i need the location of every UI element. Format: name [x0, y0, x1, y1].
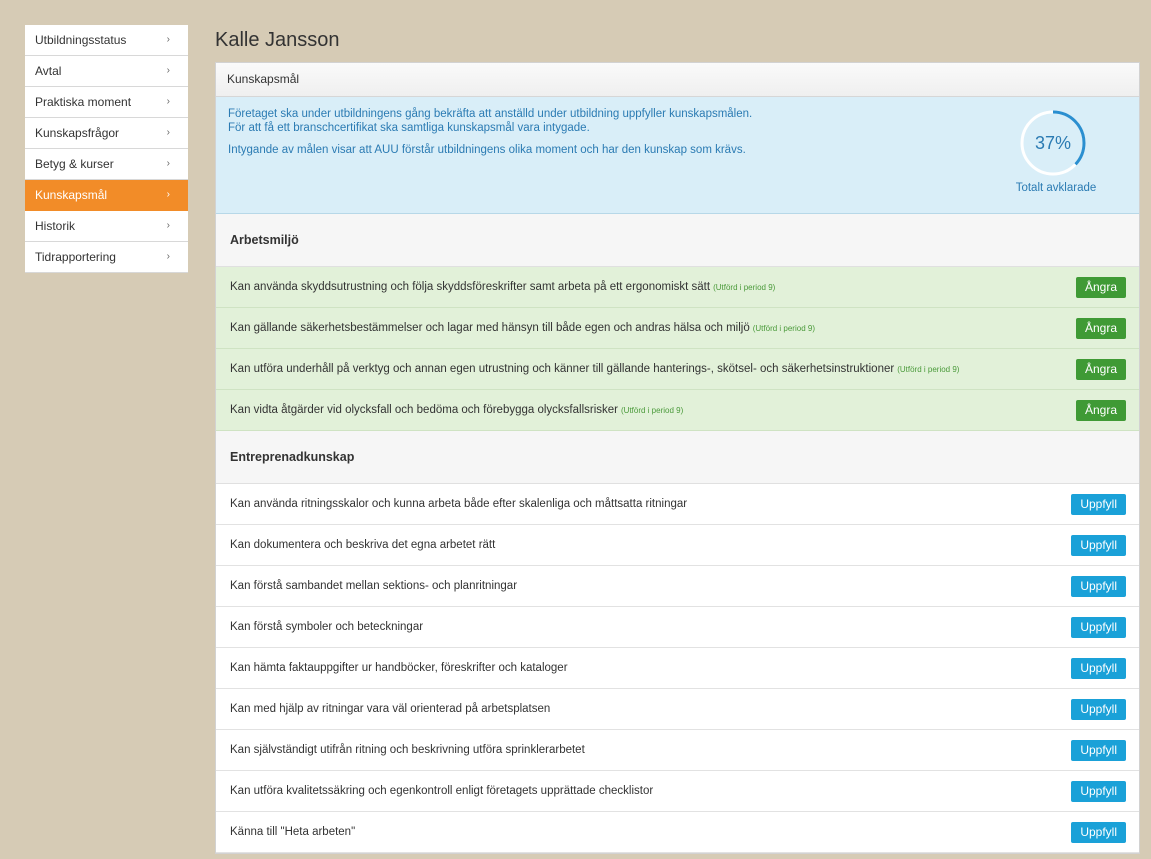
- fulfil-button[interactable]: Uppfyll: [1071, 534, 1126, 556]
- completed-note: (Utförd i period 9): [621, 406, 684, 415]
- goal-text: Kan med hjälp av ritningar vara väl orie…: [230, 703, 551, 715]
- goal-row: Kan med hjälp av ritningar vara väl orie…: [216, 689, 1139, 730]
- sidebar-item-label: Tidrapportering: [35, 250, 116, 264]
- section-heading: Arbetsmiljö: [216, 214, 1139, 267]
- goal-text-wrap: Kan förstå symboler och beteckningar: [230, 621, 423, 633]
- undo-button[interactable]: Ångra: [1075, 317, 1126, 339]
- goal-text: Kan använda ritningsskalor och kunna arb…: [230, 498, 688, 510]
- goal-text-wrap: Kan gällande säkerhetsbestämmelser och l…: [230, 322, 815, 334]
- goal-row: Känna till "Heta arbeten" Uppfyll: [216, 812, 1139, 853]
- goal-text-wrap: Kan vidta åtgärder vid olycksfall och be…: [230, 404, 683, 416]
- chevron-right-icon: ›: [166, 251, 170, 262]
- goal-row: Kan använda ritningsskalor och kunna arb…: [216, 484, 1139, 525]
- knowledge-goals-panel: Kunskapsmål Företaget ska under utbildni…: [215, 62, 1140, 854]
- goal-text-wrap: Kan med hjälp av ritningar vara väl orie…: [230, 703, 550, 715]
- info-text-1: Företaget ska under utbildningens gång b…: [228, 108, 753, 120]
- info-text-2: För att få ett branschcertifikat ska sam…: [228, 122, 590, 134]
- section-heading: Entreprenadkunskap: [216, 431, 1139, 484]
- sidebar-item-label: Kunskapsfrågor: [35, 126, 120, 140]
- goal-row: Kan självständigt utifrån ritning och be…: [216, 730, 1139, 771]
- fulfil-button[interactable]: Uppfyll: [1071, 698, 1126, 720]
- completed-note: (Utförd i period 9): [752, 324, 815, 333]
- page-title: Kalle Jansson: [215, 29, 340, 51]
- goal-text: Kan utföra underhåll på verktyg och anna…: [230, 363, 895, 375]
- fulfil-button[interactable]: Uppfyll: [1071, 821, 1126, 843]
- goal-row: Kan gällande säkerhetsbestämmelser och l…: [216, 308, 1139, 349]
- sidebar-item-label: Utbildningsstatus: [35, 33, 127, 47]
- fulfil-button[interactable]: Uppfyll: [1071, 780, 1126, 802]
- fulfil-button[interactable]: Uppfyll: [1071, 493, 1126, 515]
- info-text-3: Intygande av målen visar att AUU förstår…: [228, 144, 746, 156]
- sidebar-item-3[interactable]: Praktiska moment ›: [25, 87, 188, 118]
- goal-text-wrap: Känna till "Heta arbeten": [230, 826, 355, 838]
- chevron-right-icon: ›: [166, 220, 170, 231]
- sidebar-item-2[interactable]: Avtal ›: [25, 56, 188, 87]
- sidebar-nav: Utbildningsstatus › Avtal › Praktiska moment…: [25, 25, 188, 273]
- goal-text: Kan självständigt utifrån ritning och be…: [230, 744, 585, 756]
- goal-row: Kan använda skyddsutrustning och följa s…: [216, 267, 1139, 308]
- sidebar-item-label: Betyg & kurser: [35, 157, 114, 171]
- sidebar-item-label: Historik: [35, 219, 76, 233]
- sidebar-item-4[interactable]: Kunskapsfrågor ›: [25, 118, 188, 149]
- goal-text: Kan använda skyddsutrustning och följa s…: [230, 281, 711, 293]
- goal-sections: Arbetsmiljö Kan använda skyddsutrustning …: [216, 214, 1139, 853]
- undo-button[interactable]: Ångra: [1075, 276, 1126, 298]
- chevron-right-icon: ›: [166, 34, 170, 45]
- goal-row: Kan vidta åtgärder vid olycksfall och be…: [216, 390, 1139, 431]
- chevron-right-icon: ›: [166, 65, 170, 76]
- goal-text-wrap: Kan utföra underhåll på verktyg och anna…: [230, 363, 959, 375]
- main-content: Kalle Jansson Kunskapsmål Företaget ska …: [215, 0, 1140, 854]
- goal-text-wrap: Kan använda ritningsskalor och kunna arb…: [230, 498, 687, 510]
- goal-text-wrap: Kan självständigt utifrån ritning och be…: [230, 744, 585, 756]
- progress-ring: 37%: [1019, 109, 1087, 177]
- sidebar-item-label: Praktiska moment: [35, 95, 132, 109]
- fulfil-button[interactable]: Uppfyll: [1071, 739, 1126, 761]
- chevron-right-icon: ›: [166, 189, 170, 200]
- fulfil-button[interactable]: Uppfyll: [1071, 616, 1126, 638]
- goal-text: Kan vidta åtgärder vid olycksfall och be…: [230, 404, 618, 416]
- sidebar-item-8[interactable]: Tidrapportering ›: [25, 242, 188, 273]
- completed-note: (Utförd i period 9): [897, 365, 960, 374]
- completed-note: (Utförd i period 9): [713, 283, 776, 292]
- chevron-right-icon: ›: [166, 127, 170, 138]
- sidebar-item-6[interactable]: Kunskapsmål ›: [25, 180, 188, 211]
- goal-text: Kan gällande säkerhetsbestämmelser och l…: [230, 322, 750, 334]
- goal-text: Kan förstå symboler och beteckningar: [230, 621, 424, 633]
- goal-row: Kan förstå sambandet mellan sektions- oc…: [216, 566, 1139, 607]
- goal-text: Kan dokumentera och beskriva det egna ar…: [230, 539, 496, 551]
- goal-text-wrap: Kan hämta faktauppgifter ur handböcker, …: [230, 662, 568, 674]
- undo-button[interactable]: Ångra: [1075, 358, 1126, 380]
- sidebar-item-1[interactable]: Utbildningsstatus ›: [25, 25, 188, 56]
- goal-text-wrap: Kan använda skyddsutrustning och följa s…: [230, 281, 775, 293]
- goal-row: Kan förstå symboler och beteckningar Uppf…: [216, 607, 1139, 648]
- goal-text: Känna till "Heta arbeten": [230, 826, 356, 838]
- goal-text-wrap: Kan förstå sambandet mellan sektions- oc…: [230, 580, 517, 592]
- goal-text-wrap: Kan utföra kvalitetssäkring och egenkont…: [230, 785, 653, 797]
- goal-text-wrap: Kan dokumentera och beskriva det egna ar…: [230, 539, 495, 551]
- sidebar-item-5[interactable]: Betyg & kurser ›: [25, 149, 188, 180]
- goal-text: Kan hämta faktauppgifter ur handböcker, …: [230, 662, 568, 674]
- chevron-right-icon: ›: [166, 96, 170, 107]
- sidebar-item-label: Avtal: [35, 64, 62, 78]
- goal-text: Kan utföra kvalitetssäkring och egenkont…: [230, 785, 654, 797]
- fulfil-button[interactable]: Uppfyll: [1071, 575, 1126, 597]
- goal-row: Kan utföra underhåll på verktyg och anna…: [216, 349, 1139, 390]
- progress-percentage: 37%: [1034, 133, 1072, 153]
- sidebar-item-7[interactable]: Historik ›: [25, 211, 188, 242]
- panel-title: Kunskapsmål: [216, 63, 1139, 97]
- info-box: Företaget ska under utbildningens gång b…: [216, 97, 1139, 214]
- undo-button[interactable]: Ångra: [1075, 399, 1126, 421]
- goal-row: Kan utföra kvalitetssäkring och egenkont…: [216, 771, 1139, 812]
- sidebar-item-label: Kunskapsmål: [35, 188, 108, 202]
- goal-row: Kan hämta faktauppgifter ur handböcker, …: [216, 648, 1139, 689]
- goal-row: Kan dokumentera och beskriva det egna ar…: [216, 525, 1139, 566]
- goal-text: Kan förstå sambandet mellan sektions- oc…: [230, 580, 518, 592]
- fulfil-button[interactable]: Uppfyll: [1071, 657, 1126, 679]
- progress-caption: Totalt avklarade: [1015, 182, 1097, 194]
- chevron-right-icon: ›: [166, 158, 170, 169]
